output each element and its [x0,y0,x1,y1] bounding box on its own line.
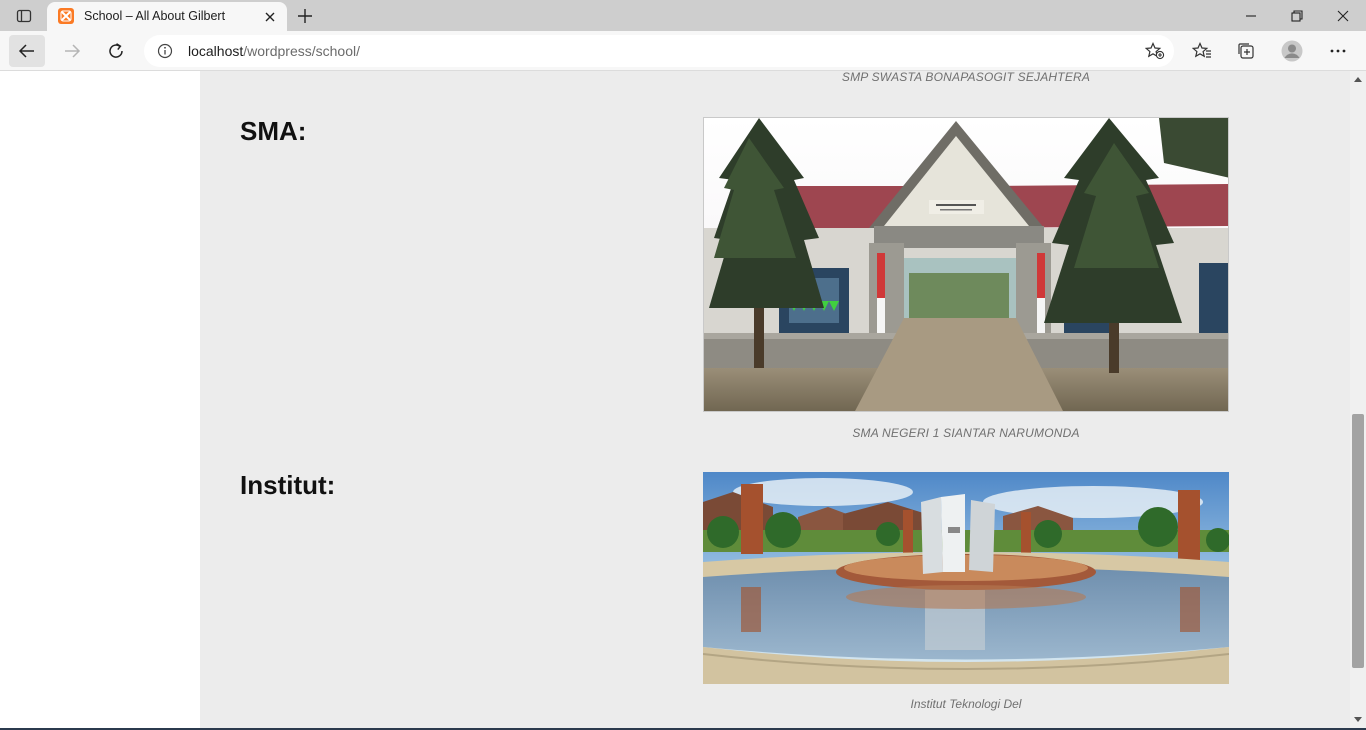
forward-arrow-icon[interactable] [54,35,90,67]
collections-icon[interactable] [1230,36,1262,66]
reload-icon[interactable] [98,35,134,67]
scroll-up-icon[interactable] [1350,71,1366,87]
more-icon[interactable] [1322,36,1354,66]
plus-icon[interactable] [292,4,318,28]
browser-toolbar: localhost/wordpress/school/ [0,31,1366,71]
scroll-down-icon[interactable] [1350,712,1366,728]
sma-caption: SMA NEGERI 1 SIANTAR NARUMONDA [852,426,1080,440]
url-host: localhost [188,43,244,59]
tab-actions-icon[interactable] [8,4,40,28]
url-path: /wordpress/school/ [243,43,360,59]
institut-caption: Institut Teknologi Del [910,697,1022,711]
close-tab-icon[interactable] [261,8,279,26]
favorites-icon[interactable] [1186,36,1218,66]
address-bar[interactable]: localhost/wordpress/school/ [144,35,1174,67]
institut-heading: Institut: [240,470,336,500]
star-plus-icon[interactable] [1144,41,1166,61]
scrollbar-thumb[interactable] [1352,414,1364,668]
institut-photo [703,472,1229,684]
smp-caption: SMP SWASTA BONAPASOGIT SEJAHTERA [841,71,1091,84]
info-icon[interactable] [156,42,174,60]
minimize-icon[interactable] [1228,0,1274,31]
sma-school-photo [703,117,1229,412]
restore-icon[interactable] [1274,0,1320,31]
close-icon[interactable] [1320,0,1366,31]
url-text[interactable]: localhost/wordpress/school/ [188,43,360,59]
back-arrow-icon[interactable] [9,35,45,67]
sma-heading: SMA: [240,116,307,146]
profile-avatar[interactable] [1276,36,1308,66]
xampp-icon [58,8,74,24]
tab-title: School – All About Gilbert [84,9,226,23]
page-viewport: SMP SWASTA BONAPASOGIT SEJAHTERA SMA: SM… [0,71,1350,730]
tab-bar: School – All About Gilbert [0,0,1366,31]
content-area: SMP SWASTA BONAPASOGIT SEJAHTERA SMA: SM… [200,71,1350,730]
browser-tab[interactable]: School – All About Gilbert [47,2,287,31]
vertical-scrollbar[interactable] [1350,71,1366,730]
